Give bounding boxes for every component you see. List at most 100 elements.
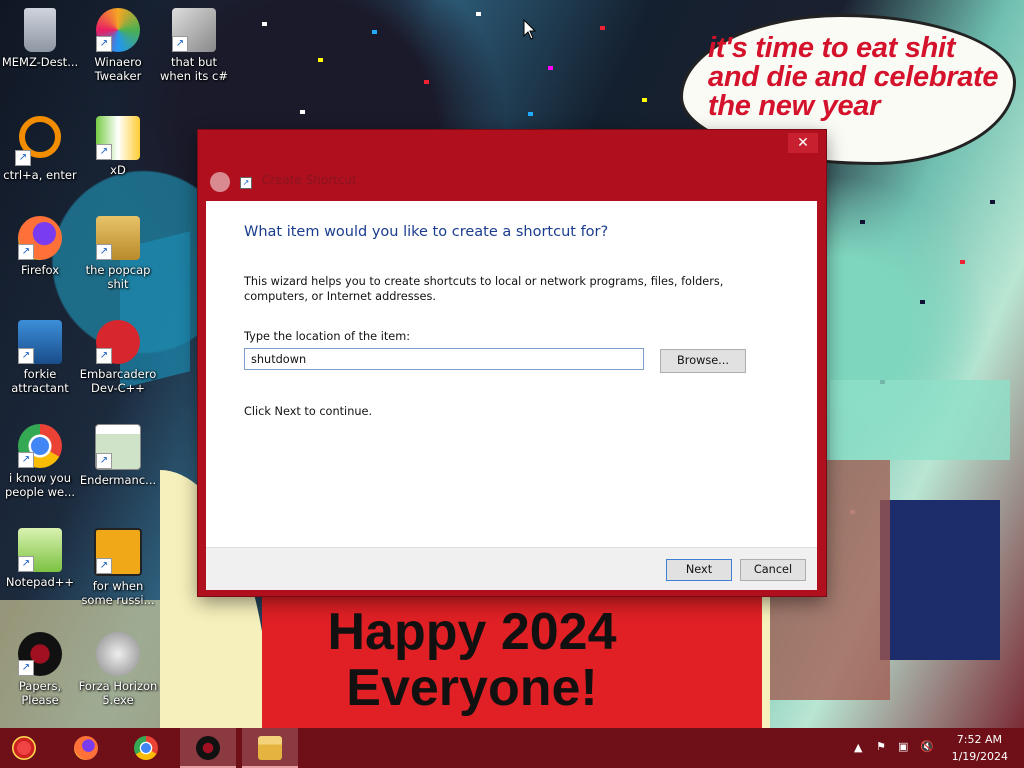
- desktop-icon-forza[interactable]: Forza Horizon 5.exe: [78, 632, 158, 707]
- desktop-icon-label: Firefox: [20, 263, 60, 277]
- start-button-icon: [12, 736, 36, 760]
- next-button[interactable]: Next: [666, 559, 732, 581]
- shortcut-arrow-icon: ↗: [18, 348, 34, 364]
- firefox-icon: ↗: [18, 216, 62, 260]
- taskbar-papers-please[interactable]: [180, 728, 236, 768]
- papers-please-icon: [196, 736, 220, 760]
- desktop-icon-de-app[interactable]: ↗ for when some russi...: [78, 528, 158, 607]
- location-input[interactable]: [244, 348, 644, 370]
- clock-time[interactable]: 7:52 AM: [957, 733, 1002, 746]
- desktop-icon-label: Notepad++: [5, 575, 75, 589]
- de-app-icon: ↗: [94, 528, 142, 576]
- confetti: [372, 30, 377, 34]
- confetti: [424, 80, 429, 84]
- browse-button[interactable]: Browse...: [660, 349, 746, 373]
- back-button[interactable]: [210, 172, 230, 192]
- file-explorer-icon: [258, 736, 282, 760]
- desktop-icon-popcap[interactable]: ↗ the popcap shit: [78, 216, 158, 291]
- hxd-icon: ↗: [96, 116, 140, 160]
- continue-hint: Click Next to continue.: [244, 405, 373, 418]
- banner-line-1: Happy 2024: [327, 603, 617, 661]
- flag-icon[interactable]: ⚑: [876, 740, 886, 753]
- confetti: [990, 200, 995, 204]
- shortcut-arrow-icon: ↗: [18, 244, 34, 260]
- create-shortcut-dialog: ✕ ↗ Create Shortcut What item would you …: [198, 130, 826, 596]
- clock-date[interactable]: 1/19/2024: [952, 750, 1008, 763]
- desktop-icon-label: i know you people we...: [4, 471, 76, 499]
- dialog-heading: What item would you like to create a sho…: [244, 224, 609, 240]
- dialog-title: Create Shortcut: [262, 173, 357, 187]
- confetti: [476, 12, 481, 16]
- shortcut-arrow-icon: ↗: [172, 36, 188, 52]
- confetti: [960, 260, 965, 264]
- desktop-icon-label: for when some russi...: [81, 579, 155, 607]
- desktop-icon-papers-please[interactable]: ↗ Papers, Please: [0, 632, 80, 707]
- desktop-icon-winaero[interactable]: ↗ Winaero Tweaker: [78, 8, 158, 83]
- shortcut-arrow-icon: ↗: [18, 556, 34, 572]
- window-app-icon: ↗: [95, 424, 141, 470]
- desktop-icon-xd[interactable]: ↗ xD: [78, 116, 158, 177]
- desktop-icon-forkie[interactable]: ↗ forkie attractant: [0, 320, 80, 395]
- wallpaper-screen: [830, 380, 1010, 460]
- new-year-banner-text: Happy 2024 Everyone!: [282, 604, 662, 724]
- volume-muted-icon[interactable]: 🔇: [920, 740, 934, 753]
- memz-trash-icon: [24, 8, 56, 52]
- speech-bubble-text: it's time to eat shit and die and celebr…: [708, 32, 999, 122]
- stacked-windows-icon: ↗: [172, 8, 216, 52]
- confetti: [318, 58, 323, 62]
- flash-icon: [96, 632, 140, 676]
- winaero-icon: ↗: [96, 8, 140, 52]
- desktop-icon-endermanch[interactable]: ↗ Endermanc...: [78, 424, 158, 487]
- confetti: [860, 220, 865, 224]
- confetti: [920, 300, 925, 304]
- desktop-icon-devcpp[interactable]: ↗ Embarcadero Dev-C++: [78, 320, 158, 395]
- orange-ring-icon: ↗: [15, 116, 61, 166]
- devcpp-icon: ↗: [96, 320, 140, 364]
- taskbar-firefox[interactable]: [58, 728, 114, 768]
- desktop-icon-memz[interactable]: MEMZ-Dest...: [0, 8, 80, 69]
- desktop-icon-notepadpp[interactable]: ↗ Notepad++: [0, 528, 80, 589]
- desktop-icon-firefox[interactable]: ↗ Firefox: [0, 216, 80, 277]
- start-button[interactable]: [0, 728, 56, 768]
- desktop-icon-label: Embarcadero Dev-C++: [79, 367, 157, 395]
- notepadpp-icon: ↗: [18, 528, 62, 572]
- confetti: [642, 98, 647, 102]
- show-hidden-icons-icon[interactable]: ▲: [854, 741, 862, 754]
- taskbar-file-explorer[interactable]: [242, 728, 298, 768]
- desktop-icon-that-but-when[interactable]: ↗ that but when its c#: [154, 8, 234, 83]
- popcap-folder-icon: ↗: [96, 216, 140, 260]
- chrome-icon: ↗: [18, 424, 62, 468]
- shortcut-arrow-icon: ↗: [15, 150, 31, 166]
- dialog-body: What item would you like to create a sho…: [206, 201, 817, 547]
- wallpaper-billboard: [880, 500, 1000, 660]
- firefox-icon: [74, 736, 98, 760]
- shortcut-arrow-icon: ↗: [96, 144, 112, 160]
- desktop-icon-ctrl-a-enter[interactable]: ↗ ctrl+a, enter: [0, 112, 80, 182]
- desktop-icon-label: that but when its c#: [159, 55, 229, 83]
- cancel-button[interactable]: Cancel: [740, 559, 806, 581]
- shortcut-arrow-icon: ↗: [96, 558, 112, 574]
- system-tray: ▲ ⚑ ▣ 🔇 7:52 AM 1/19/2024: [834, 728, 1024, 768]
- confetti: [262, 22, 267, 26]
- desktop-icon-label: Winaero Tweaker: [94, 55, 142, 83]
- shortcut-arrow-icon: ↗: [96, 36, 112, 52]
- banner-line-2: Everyone!: [346, 659, 598, 717]
- desktop-icon-label: MEMZ-Dest...: [1, 55, 79, 69]
- close-button[interactable]: ✕: [788, 133, 818, 153]
- shortcut-arrow-icon: ↗: [96, 453, 112, 469]
- desktop-icon-label: xD: [110, 163, 126, 177]
- desktop-icon-label: Forza Horizon 5.exe: [78, 679, 158, 707]
- location-label: Type the location of the item:: [244, 330, 411, 343]
- desktop-icon-chrome[interactable]: ↗ i know you people we...: [0, 424, 80, 499]
- confetti: [300, 110, 305, 114]
- mouse-cursor-icon: [523, 19, 537, 40]
- shortcut-icon: ↗: [240, 177, 252, 189]
- desktop-icon-label: the popcap shit: [85, 263, 151, 291]
- chrome-icon: [134, 736, 158, 760]
- gear-monitor-icon: ↗: [18, 320, 62, 364]
- network-icon[interactable]: ▣: [898, 740, 908, 753]
- desktop[interactable]: it's time to eat shit and die and celebr…: [0, 0, 1024, 728]
- taskbar-chrome[interactable]: [118, 728, 174, 768]
- shortcut-arrow-icon: ↗: [18, 452, 34, 468]
- confetti: [600, 26, 605, 30]
